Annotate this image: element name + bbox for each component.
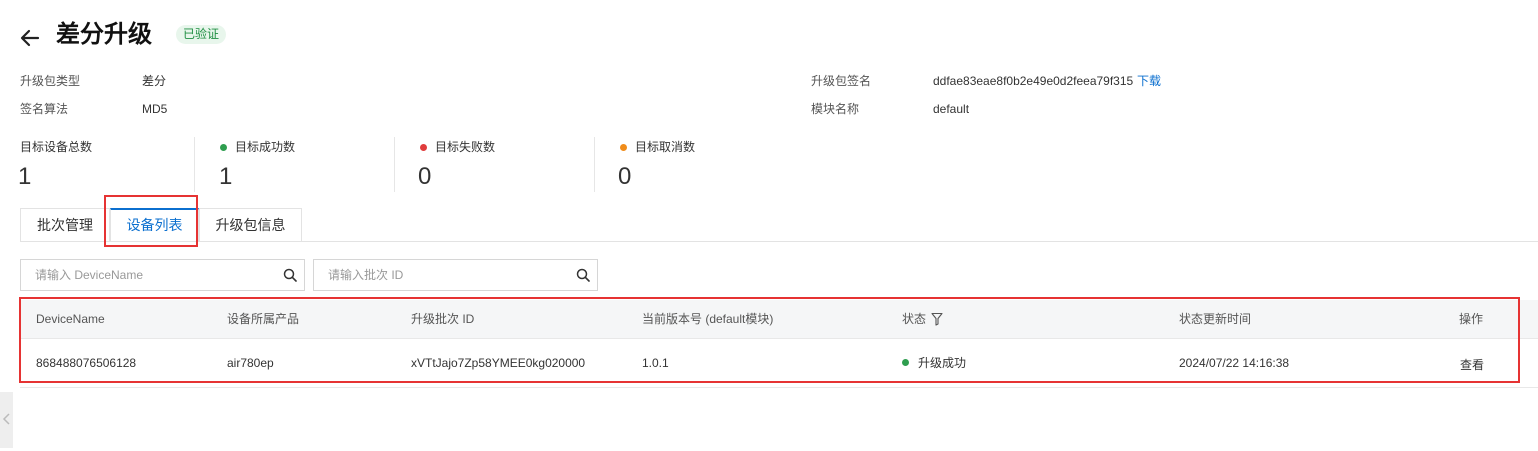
package-signature-label: 升级包签名: [811, 74, 872, 88]
search-icon[interactable]: [283, 268, 297, 282]
module-name-label: 模块名称: [811, 102, 860, 116]
stat-success-value: 1: [219, 163, 233, 190]
stat-divider: [194, 137, 195, 192]
stat-total-label: 目标设备总数: [20, 140, 93, 154]
page-title: 差分升级: [56, 21, 152, 48]
package-type-label: 升级包类型: [20, 74, 81, 88]
stat-divider: [394, 137, 395, 192]
stat-divider: [594, 137, 595, 192]
chevron-left-icon: [2, 413, 10, 425]
device-search-box: [20, 259, 305, 291]
batch-search-box: [313, 259, 598, 291]
stat-total-value: 1: [18, 163, 32, 190]
back-arrow-icon[interactable]: [18, 26, 42, 50]
search-icon[interactable]: [576, 268, 590, 282]
stat-success-label: 目标成功数: [220, 139, 295, 155]
tab-batch-management[interactable]: 批次管理: [20, 208, 110, 241]
verified-badge: 已验证: [176, 25, 227, 44]
fail-dot-icon: [420, 143, 427, 151]
success-dot-icon: [220, 143, 227, 151]
tab-package-info[interactable]: 升级包信息: [199, 208, 302, 241]
module-name-value: default: [933, 102, 970, 116]
tab-highlight-box: [104, 195, 198, 247]
cancel-dot-icon: [620, 143, 627, 151]
device-name-search-input[interactable]: [35, 267, 255, 283]
stat-fail-value: 0: [418, 163, 432, 190]
table-highlight-box: [19, 297, 1520, 383]
package-signature-value: ddfae83eae8f0b2e49e0d2feea79f315: [933, 74, 1134, 88]
stat-fail-label: 目标失败数: [420, 139, 495, 155]
sign-algorithm-label: 签名算法: [20, 102, 69, 116]
sign-algorithm-value: MD5: [142, 102, 168, 116]
sidebar-collapse-handle[interactable]: [0, 392, 13, 448]
row-divider: [20, 387, 1538, 388]
batch-id-search-input[interactable]: [328, 267, 548, 283]
stat-cancel-value: 0: [618, 163, 632, 190]
package-type-value: 差分: [142, 74, 167, 88]
download-link[interactable]: 下载: [1137, 73, 1161, 89]
stat-cancel-label: 目标取消数: [620, 139, 695, 155]
